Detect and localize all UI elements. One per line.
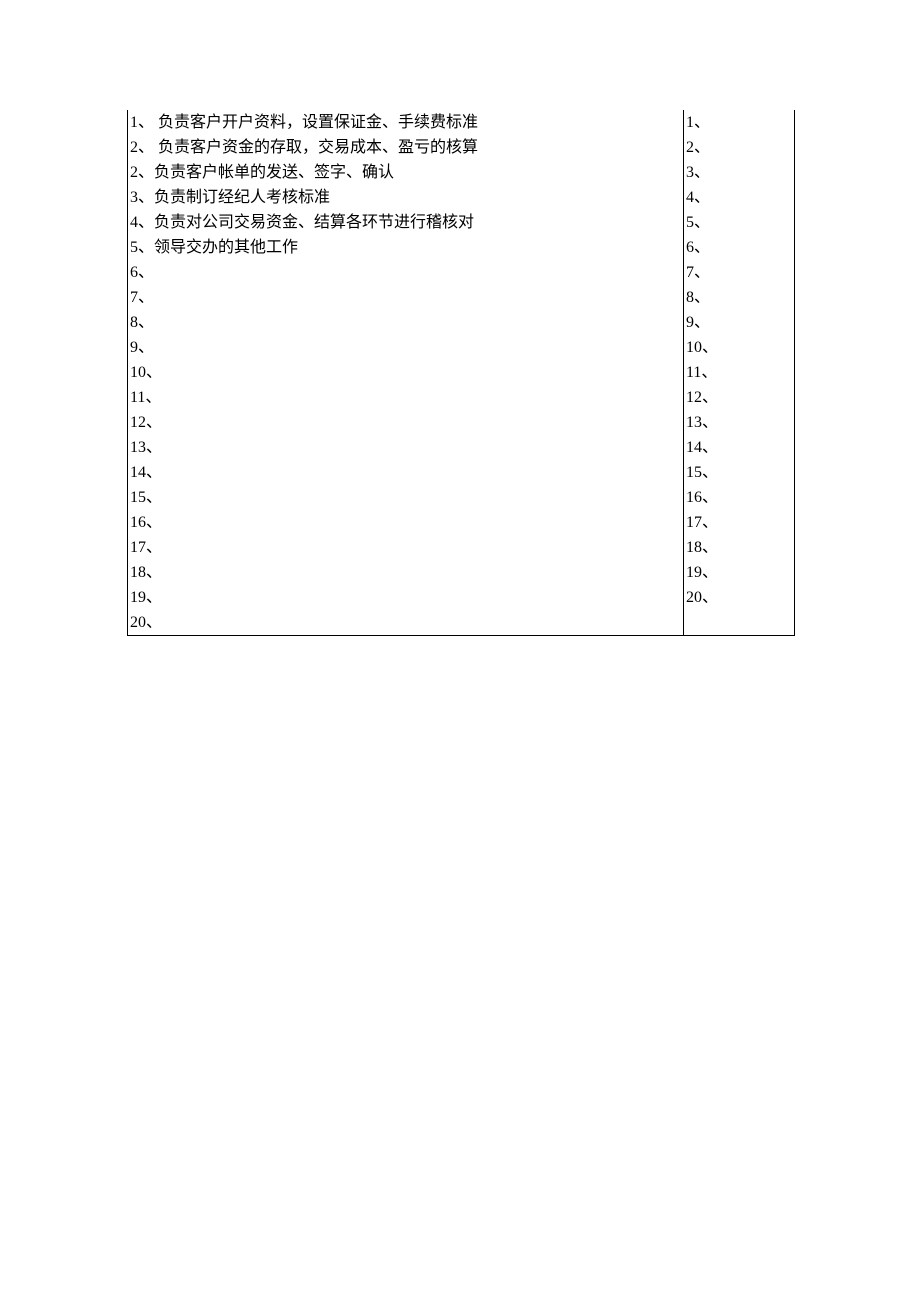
right-row-number: 10、 [686, 339, 718, 356]
left-row-number: 14、 [130, 464, 162, 481]
right-row-number: 20、 [686, 589, 718, 606]
right-row-number: 5、 [686, 214, 710, 231]
left-row-number: 5、 [130, 239, 154, 256]
left-row: 7、 [128, 285, 683, 310]
right-row: 18、 [684, 535, 794, 560]
left-row-number: 12、 [130, 414, 162, 431]
right-row: 5、 [684, 210, 794, 235]
left-row: 5、领导交办的其他工作 [128, 235, 683, 260]
left-row-text: 负责制订经纪人考核标准 [154, 189, 330, 206]
right-row: 13、 [684, 410, 794, 435]
right-row: 8、 [684, 285, 794, 310]
right-row: 20、 [684, 585, 794, 610]
left-row: 14、 [128, 460, 683, 485]
left-row-number: 13、 [130, 439, 162, 456]
right-row: 4、 [684, 185, 794, 210]
left-row-number: 18、 [130, 564, 162, 581]
right-row-number: 3、 [686, 164, 710, 181]
right-row: 2、 [684, 135, 794, 160]
right-row-number: 18、 [686, 539, 718, 556]
right-row-number: 11、 [686, 364, 717, 381]
right-row-number: 4、 [686, 189, 710, 206]
left-row-number: 1、 [130, 114, 154, 131]
left-row: 11、 [128, 385, 683, 410]
left-row-number: 6、 [130, 264, 154, 281]
left-row-text: 领导交办的其他工作 [154, 239, 298, 256]
right-row-number: 15、 [686, 464, 718, 481]
left-row-number: 7、 [130, 289, 154, 306]
left-row-number: 3、 [130, 189, 154, 206]
left-row: 8、 [128, 310, 683, 335]
duties-table: 1、 负责客户开户资料，设置保证金、手续费标准2、 负责客户资金的存取，交易成本… [127, 110, 795, 636]
left-row: 18、 [128, 560, 683, 585]
right-column: 1、 2、 3、 4、 5、 6、 7、 8、 9、 10、 11、 12、 13、 14、 15、 16、 1… [684, 110, 794, 635]
right-row-number: 6、 [686, 239, 710, 256]
left-row-number: 2、 [130, 139, 154, 156]
left-row-number: 17、 [130, 539, 162, 556]
left-row-number: 8、 [130, 314, 154, 331]
right-row-number: 2、 [686, 139, 710, 156]
right-row: 7、 [684, 260, 794, 285]
left-row-number: 2、 [130, 164, 154, 181]
right-row: 19、 [684, 560, 794, 585]
left-column: 1、 负责客户开户资料，设置保证金、手续费标准2、 负责客户资金的存取，交易成本… [128, 110, 684, 635]
right-row: 9、 [684, 310, 794, 335]
left-row: 20、 [128, 610, 683, 635]
left-row: 1、 负责客户开户资料，设置保证金、手续费标准 [128, 110, 683, 135]
left-row: 9、 [128, 335, 683, 360]
left-row: 15、 [128, 485, 683, 510]
right-row-number: 17、 [686, 514, 718, 531]
left-row: 4、负责对公司交易资金、结算各环节进行稽核对 [128, 210, 683, 235]
right-row-number: 16、 [686, 489, 718, 506]
right-row-number: 1、 [686, 114, 710, 131]
right-row: 17、 [684, 510, 794, 535]
left-row-text: 负责对公司交易资金、结算各环节进行稽核对 [154, 214, 474, 231]
left-row: 16、 [128, 510, 683, 535]
right-row: 14、 [684, 435, 794, 460]
left-row-number: 11、 [130, 389, 161, 406]
left-row-number: 9、 [130, 339, 154, 356]
left-row: 13、 [128, 435, 683, 460]
right-row-number: 19、 [686, 564, 718, 581]
right-row: 6、 [684, 235, 794, 260]
left-row-number: 19、 [130, 589, 162, 606]
left-row-number: 20、 [130, 614, 162, 631]
left-row: 17、 [128, 535, 683, 560]
right-row: 11、 [684, 360, 794, 385]
right-row: 16、 [684, 485, 794, 510]
right-row: 3、 [684, 160, 794, 185]
right-row-number: 14、 [686, 439, 718, 456]
left-row: 10、 [128, 360, 683, 385]
right-row: 12、 [684, 385, 794, 410]
left-row: 19、 [128, 585, 683, 610]
right-row-number: 12、 [686, 389, 718, 406]
left-row-text: 负责客户开户资料，设置保证金、手续费标准 [154, 114, 478, 131]
right-row: 15、 [684, 460, 794, 485]
right-row-number: 9、 [686, 314, 710, 331]
right-row: 10、 [684, 335, 794, 360]
left-row-text: 负责客户资金的存取，交易成本、盈亏的核算 [154, 139, 478, 156]
right-row: 1、 [684, 110, 794, 135]
left-row: 2、 负责客户资金的存取，交易成本、盈亏的核算 [128, 135, 683, 160]
left-row: 12、 [128, 410, 683, 435]
left-row-number: 15、 [130, 489, 162, 506]
left-row-number: 10、 [130, 364, 162, 381]
left-row-number: 16、 [130, 514, 162, 531]
right-row-number: 13、 [686, 414, 718, 431]
left-row: 2、负责客户帐单的发送、签字、确认 [128, 160, 683, 185]
right-row-number: 8、 [686, 289, 710, 306]
left-row-text: 负责客户帐单的发送、签字、确认 [154, 164, 394, 181]
left-row: 6、 [128, 260, 683, 285]
left-row-number: 4、 [130, 214, 154, 231]
left-row: 3、负责制订经纪人考核标准 [128, 185, 683, 210]
right-row-number: 7、 [686, 264, 710, 281]
